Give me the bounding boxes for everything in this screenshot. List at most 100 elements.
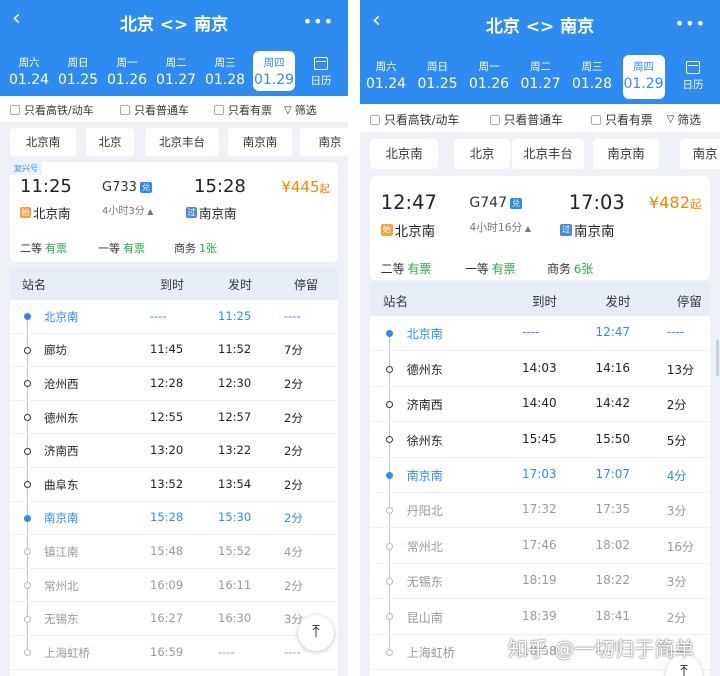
stop-name: 廊坊: [44, 343, 67, 358]
filter-available-checkbox[interactable]: 只看有票: [214, 102, 272, 118]
stop-row: 济南西 13:20 13:22 2分: [10, 434, 338, 468]
stop-row: 济南西 14:40 14:42 2分: [370, 387, 710, 423]
train-type-tag: 复兴号: [10, 162, 42, 175]
stop-dot-icon: [385, 471, 393, 479]
filter-normal-train-checkbox[interactable]: 只看普通车: [120, 102, 189, 118]
arrive-station-badge-icon: 过: [560, 224, 572, 237]
stop-depart: ----: [218, 644, 235, 659]
back-button[interactable]: ‹: [372, 8, 381, 33]
stop-dot-icon: [24, 313, 31, 321]
back-button[interactable]: ‹: [12, 6, 21, 31]
stop-depart: 17:35: [595, 502, 631, 517]
duration[interactable]: 4小时16分 ▲: [469, 219, 531, 235]
date-day: 01.25: [57, 72, 99, 88]
date-tab-01.24[interactable]: 周六 01.24: [8, 51, 50, 91]
duration[interactable]: 4小时3分 ▲: [102, 202, 153, 217]
date-tab-01.26[interactable]: 周一 01.26: [106, 51, 148, 91]
date-tab-01.29[interactable]: 周四 01.29: [622, 55, 665, 99]
stop-row: 北京南 ---- 11:25 ----: [10, 300, 338, 334]
col-header-station: 站名: [22, 278, 47, 292]
stop-depart: 12:30: [218, 375, 252, 390]
stop-arrive: 13:52: [150, 476, 184, 491]
date-tab-01.28[interactable]: 周三 01.28: [571, 55, 613, 99]
stop-arrive: 18:39: [522, 608, 557, 623]
filter-available-checkbox[interactable]: 只看有票: [591, 111, 653, 128]
stop-name: 昆山南: [406, 610, 443, 625]
date-weekday: 周三: [214, 57, 236, 69]
stop-arrive: 16:09: [150, 577, 184, 592]
filter-high-speed-checkbox[interactable]: 只看高铁/动车: [10, 102, 94, 118]
date-tab-01.27[interactable]: 周二 01.27: [520, 55, 562, 99]
arrive-station: 过南京南: [186, 203, 237, 222]
date-tab-01.25[interactable]: 周日 01.25: [57, 51, 99, 91]
stop-depart: 14:42: [595, 396, 631, 411]
date-weekday: 周二: [530, 61, 551, 73]
date-tab-01.24[interactable]: 周六 01.24: [365, 55, 407, 99]
seat-class-2: 商务 6张: [547, 260, 593, 277]
stop-arrive: 16:59: [150, 644, 184, 659]
filter-label: 只看普通车: [503, 113, 563, 127]
date-day: 01.24: [8, 72, 50, 88]
seat-class-status: 1张: [199, 242, 217, 255]
filter-button[interactable]: ▽ 筛选: [667, 111, 701, 128]
duration-text: 4小时16分: [469, 221, 523, 235]
depart-station-badge-icon: 始: [380, 224, 393, 237]
more-menu-button[interactable]: •••: [675, 14, 706, 33]
date-tab-01.29[interactable]: 周四 01.29: [253, 51, 295, 91]
stop-arrive: ----: [150, 308, 167, 323]
station-chip-0[interactable]: 北京南: [10, 128, 76, 156]
price-suffix: 起: [690, 197, 702, 212]
date-weekday: 周四: [633, 61, 654, 73]
app-header: ‹ 北京 <> 南京 ••• 周六 01.24 周日 01.25 周一 01.26 周二 01.27…: [0, 0, 348, 96]
date-day: 01.24: [365, 76, 407, 92]
stop-dot-icon: [24, 414, 31, 422]
station-chip-1[interactable]: 北京: [454, 138, 510, 170]
station-chip-2[interactable]: 北京丰台: [512, 138, 584, 170]
station-chip-4[interactable]: 南京: [680, 138, 720, 170]
calendar-label: 日历: [682, 79, 704, 91]
station-chip-3[interactable]: 南京南: [228, 128, 292, 156]
stop-dot-icon: [385, 577, 393, 585]
stop-depart: 15:50: [595, 431, 631, 446]
exchange-badge: 兑: [139, 182, 152, 193]
col-header-station: 站名: [382, 293, 408, 309]
stop-row: 常州北 16:09 16:11 2分: [10, 569, 338, 603]
price: ¥445起: [281, 178, 330, 196]
seat-class-name: 一等: [465, 262, 489, 277]
stop-depart: 11:25: [218, 308, 252, 323]
arrive-station-name: 南京南: [573, 224, 615, 241]
date-tab-01.28[interactable]: 周三 01.28: [204, 51, 246, 91]
calendar-button[interactable]: 日历: [306, 57, 336, 88]
train-number: G747 兑: [469, 195, 523, 211]
stop-name: 上海虹桥: [406, 646, 455, 661]
seat-class-name: 二等: [20, 242, 42, 255]
station-chip-3[interactable]: 南京南: [593, 138, 659, 170]
back-to-top-button[interactable]: ⤒: [298, 615, 334, 651]
more-menu-button[interactable]: •••: [303, 12, 334, 31]
filter-high-speed-checkbox[interactable]: 只看高铁/动车: [370, 111, 459, 128]
filter-button[interactable]: ▽ 筛选: [284, 102, 317, 118]
depart-station-name: 北京南: [394, 224, 436, 241]
panel-divider: [348, 0, 360, 676]
station-chip-4[interactable]: 南京: [300, 128, 348, 156]
scrollbar[interactable]: [716, 340, 719, 376]
date-tab-01.26[interactable]: 周一 01.26: [468, 55, 510, 99]
date-tab-01.27[interactable]: 周二 01.27: [155, 51, 197, 91]
stop-depart: 16:30: [218, 611, 252, 626]
stop-name: 德州东: [406, 362, 443, 377]
seat-class-status: 有票: [123, 242, 145, 255]
train-summary-card[interactable]: 复兴号 11:25 G733 兑 4小时3分 ▲ 15:28 ¥445起始北京南 过南京南 二等…: [10, 162, 338, 262]
station-chip-1[interactable]: 北京: [86, 128, 134, 156]
train-summary-card[interactable]: 12:47 G747 兑 4小时16分 ▲ 17:03 ¥482起始北京南过南京南 二等 有票…: [370, 176, 710, 280]
price-suffix: 起: [319, 183, 331, 195]
train-detail-panel-right: ‹ 北京 <> 南京 ••• 周六 01.24 周日 01.25 周一 01.26 周二 01.27…: [360, 0, 720, 676]
date-tab-01.25[interactable]: 周日 01.25: [417, 55, 459, 99]
calendar-button[interactable]: 日历: [678, 61, 708, 92]
stop-arrive: ----: [522, 325, 540, 340]
stop-row: 德州东 14:03 14:16 13分: [370, 351, 710, 387]
station-chip-0[interactable]: 北京南: [370, 138, 438, 170]
station-chip-2[interactable]: 北京丰台: [145, 128, 219, 156]
calendar-icon: [686, 61, 700, 74]
filter-normal-train-checkbox[interactable]: 只看普通车: [489, 111, 563, 128]
stop-stay: ----: [284, 644, 301, 659]
